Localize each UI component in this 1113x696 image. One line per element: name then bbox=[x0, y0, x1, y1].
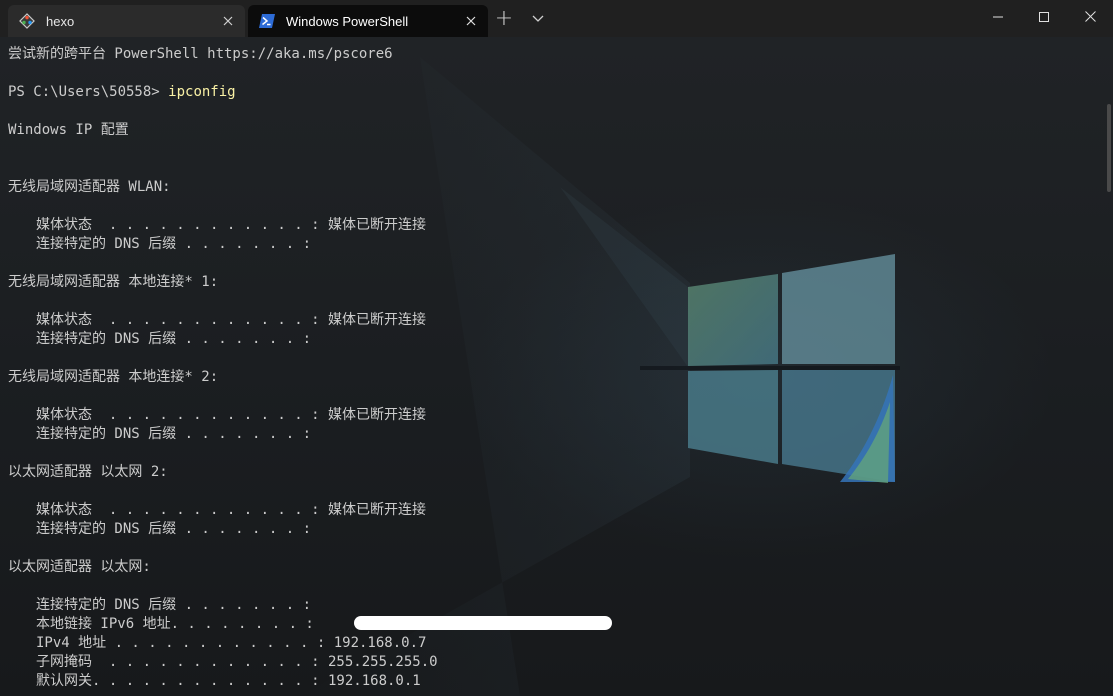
adapter-row: 媒体状态 . . . . . . . . . . . . : 媒体已断开连接 bbox=[36, 502, 427, 518]
close-icon bbox=[1084, 9, 1096, 27]
adapter-heading: 以太网适配器 以太网 2: bbox=[8, 464, 168, 480]
adapter-row: 连接特定的 DNS 后缀 . . . . . . . : bbox=[36, 426, 312, 442]
terminal-pane[interactable]: 尝试新的跨平台 PowerShell https://aka.ms/pscore… bbox=[0, 37, 1113, 696]
tab-windows-powershell[interactable]: Windows PowerShell bbox=[248, 5, 488, 37]
maximize-icon bbox=[1039, 9, 1049, 27]
adapter-heading: 无线局域网适配器 WLAN: bbox=[8, 179, 171, 195]
powershell-icon bbox=[258, 12, 276, 30]
tab-dropdown-button[interactable] bbox=[521, 5, 555, 33]
new-tab-button[interactable]: + bbox=[487, 5, 521, 33]
minimize-button[interactable] bbox=[975, 0, 1021, 36]
plus-icon: + bbox=[494, 6, 514, 31]
title-bar: hexo Windows PowerShell + bbox=[0, 0, 1113, 37]
adapter-row: IPv4 地址 . . . . . . . . . . . . : 192.16… bbox=[36, 635, 427, 651]
close-window-button[interactable] bbox=[1067, 0, 1113, 36]
adapter-row: 子网掩码 . . . . . . . . . . . . : 255.255.2… bbox=[36, 654, 438, 670]
tab-title: hexo bbox=[46, 13, 75, 29]
chevron-down-icon bbox=[532, 10, 544, 28]
section-header: Windows IP 配置 bbox=[8, 122, 129, 138]
scrollbar-thumb[interactable] bbox=[1107, 104, 1111, 192]
adapter-row: 连接特定的 DNS 后缀 . . . . . . . : bbox=[36, 236, 312, 252]
adapter-row: 媒体状态 . . . . . . . . . . . . : 媒体已断开连接 bbox=[36, 407, 427, 423]
adapter-heading: 以太网适配器 以太网: bbox=[8, 559, 151, 575]
adapter-heading: 无线局域网适配器 本地连接* 1: bbox=[8, 274, 219, 290]
banner-line: 尝试新的跨平台 PowerShell https://aka.ms/pscore… bbox=[8, 46, 393, 62]
adapter-heading: 无线局域网适配器 本地连接* 2: bbox=[8, 369, 219, 385]
prompt-line: PS C:\Users\50558> ipconfig bbox=[8, 83, 236, 102]
git-diamond-icon bbox=[18, 12, 36, 30]
adapter-row: 媒体状态 . . . . . . . . . . . . : 媒体已断开连接 bbox=[36, 217, 427, 233]
close-tab-icon[interactable] bbox=[460, 10, 482, 32]
adapter-row: 默认网关. . . . . . . . . . . . . : 192.168.… bbox=[36, 673, 421, 689]
adapter-row: 连接特定的 DNS 后缀 . . . . . . . : bbox=[36, 331, 312, 347]
maximize-button[interactable] bbox=[1021, 0, 1067, 36]
tab-title: Windows PowerShell bbox=[286, 13, 409, 29]
adapter-row: 连接特定的 DNS 后缀 . . . . . . . : bbox=[36, 521, 312, 537]
prompt: PS C:\Users\50558> bbox=[8, 84, 169, 100]
adapter-row: 媒体状态 . . . . . . . . . . . . : 媒体已断开连接 bbox=[36, 312, 427, 328]
tab-hexo[interactable]: hexo bbox=[8, 5, 245, 37]
command-text: ipconfig bbox=[168, 84, 236, 100]
adapter-row: 本地链接 IPv6 地址. . . . . . . . : bbox=[36, 616, 314, 632]
adapter-row: 连接特定的 DNS 后缀 . . . . . . . : bbox=[36, 597, 312, 613]
minimize-icon bbox=[993, 9, 1003, 27]
close-tab-icon[interactable] bbox=[217, 10, 239, 32]
redaction-mark bbox=[354, 616, 612, 630]
